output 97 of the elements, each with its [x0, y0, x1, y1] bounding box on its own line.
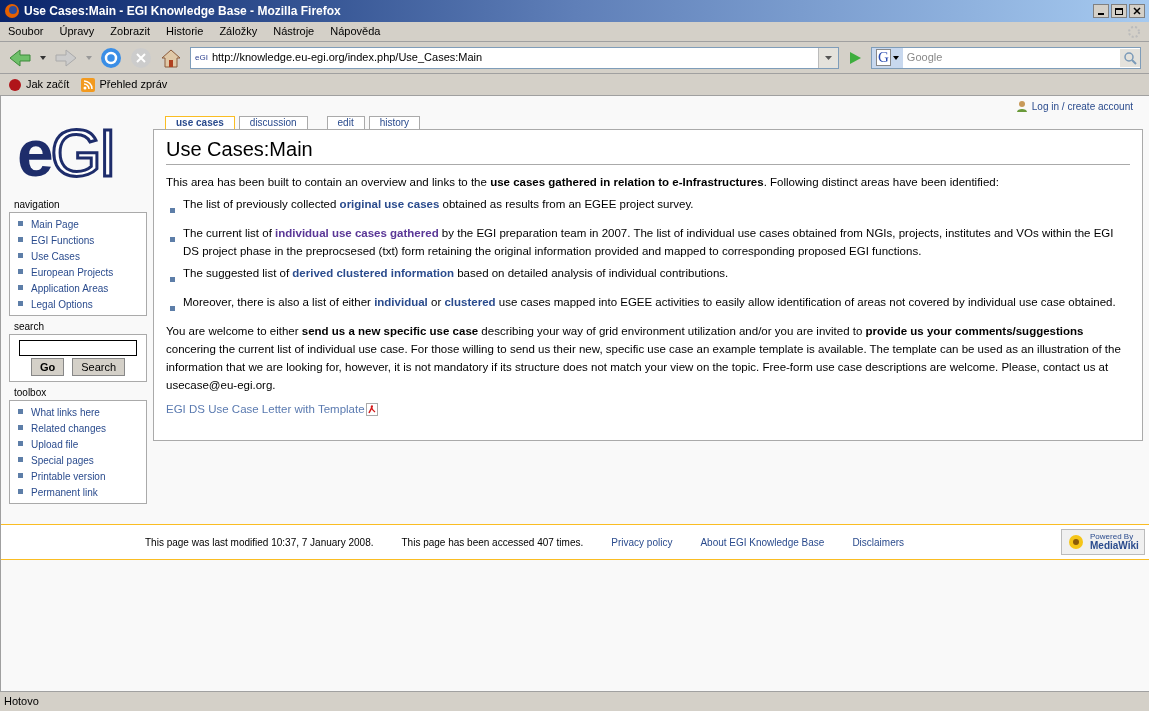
list-item: The suggested list of derived clustered information based on detailed analysis of individual contributions. [183, 266, 729, 281]
throbber-icon [1127, 24, 1141, 39]
maximize-button[interactable] [1111, 4, 1127, 18]
bullet-icon [18, 268, 23, 274]
menu-item[interactable]: Záložky [219, 23, 258, 40]
user-icon [1015, 100, 1028, 112]
bullet-icon [18, 220, 23, 226]
file-link[interactable]: EGI DS Use Case Letter with Template [166, 400, 365, 418]
bookmark-link[interactable]: Přehled zpráv [99, 76, 168, 93]
footer-link[interactable]: Disclaimers [852, 534, 905, 550]
bullet-icon [18, 472, 23, 478]
badge-title: MediaWiki [1090, 541, 1139, 551]
caret-icon[interactable] [40, 55, 46, 60]
portlet-title: navigation [13, 198, 61, 212]
bullet-icon [170, 208, 175, 213]
text-link[interactable]: derived clustered information [292, 267, 454, 279]
page-title: Use Cases:Main [166, 134, 1130, 165]
search-button[interactable]: Go [30, 358, 65, 376]
portlet-title: search [13, 320, 45, 334]
page-tab[interactable]: edit [326, 116, 365, 129]
sidebar-link[interactable]: Permanent link [31, 484, 98, 500]
search-button[interactable]: Search [72, 358, 126, 376]
bullet-icon [170, 277, 175, 282]
sidebar-link[interactable]: Application Areas [31, 280, 109, 296]
sidebar-link[interactable]: Legal Options [31, 296, 93, 312]
caret-icon[interactable] [892, 55, 899, 60]
rss-icon [81, 77, 96, 92]
status-text: Hotovo [4, 694, 39, 710]
text-link[interactable]: clustered [444, 296, 496, 308]
search-icon[interactable] [1120, 48, 1140, 67]
menu-item[interactable]: Úpravy [59, 23, 95, 40]
maximize-icon [1115, 7, 1123, 15]
bullet-icon [170, 237, 175, 242]
reload-icon[interactable] [100, 46, 122, 69]
pdf-icon [365, 402, 378, 416]
bookmark-icon [8, 77, 22, 92]
bullet-icon [18, 408, 23, 414]
page-tab[interactable]: history [368, 116, 421, 129]
sidebar-link[interactable]: Printable version [31, 468, 106, 484]
address-bar[interactable]: eGI http://knowledge.eu-egi.org/index.php/Use_Cases:Main [190, 46, 839, 69]
list-item: The current list of individual use cases gathered by the EGI preparation team in 2007. The list of individual use cases obtained from NGIs, projects, institutes and VOs within the EGI DS project phase in the preprocsesed (txt) form retaining the original information provided and mapped to corresponding proposed EGI functions. [183, 226, 1115, 259]
text-link[interactable]: original use cases [339, 198, 440, 210]
mediawiki-badge[interactable]: Powered By MediaWiki [1061, 529, 1145, 555]
menu-item[interactable]: Zobrazit [110, 23, 151, 40]
menu-item[interactable]: Nástroje [273, 23, 315, 40]
text-link[interactable]: individual use cases gathered [275, 227, 439, 239]
search-engine-icon[interactable]: G [876, 49, 891, 66]
menu-item[interactable]: Historie [166, 23, 204, 40]
browser-icon [4, 3, 20, 19]
footer-text: This page was last modified 10:37, 7 January 2008. [145, 535, 374, 550]
bullet-icon [18, 284, 23, 290]
portlet-title: toolbox [13, 386, 48, 400]
footer-link[interactable]: Privacy policy [611, 534, 673, 550]
sidebar-link[interactable]: European Projects [31, 264, 114, 280]
bullet-icon [18, 236, 23, 242]
bullet-icon [18, 488, 23, 494]
url-text: http://knowledge.eu-egi.org/index.php/Use_Cases:Main [211, 50, 484, 66]
close-button[interactable] [1129, 4, 1145, 18]
sidebar-link[interactable]: What links here [31, 404, 100, 420]
bullet-icon [18, 300, 23, 306]
close-icon [1133, 7, 1141, 15]
flower-icon [1066, 533, 1086, 551]
intro-text: This area has been built to contain an overview and links to the use cases gathered in relation to e-Infrastructures. Following distinct areas have been identified: [166, 175, 1000, 190]
list-item: Moreover, there is also a list of either individual or clustered use cases mapped into EGEE activities to easily allow identification of areas not covered by individual use case obtained. [183, 295, 1116, 310]
footer-text: This page has been accessed 407 times. [401, 535, 584, 550]
sidebar-link[interactable]: Special pages [31, 452, 94, 468]
bullet-icon [18, 440, 23, 446]
bullet-icon [170, 306, 175, 311]
sidebar-link[interactable]: Main Page [31, 216, 79, 232]
search-bar[interactable]: G Google [871, 46, 1141, 69]
sidebar-link[interactable]: Use Cases [31, 248, 80, 264]
bullet-icon [18, 252, 23, 258]
page-tab[interactable]: discussion [238, 116, 308, 129]
login-link[interactable]: Log in / create account [1031, 98, 1133, 114]
footer-link[interactable]: About EGI Knowledge Base [700, 534, 825, 550]
sidebar-link[interactable]: Related changes [31, 420, 107, 436]
sidebar-link[interactable]: Upload file [31, 436, 79, 452]
body-text: You are welcome to either send us a new specific use case describing your way of grid environment utilization and/or you are invited to provide us your comments/suggestions concering the current list of individual use case. For those willing to send us their new, specific use case an example template is available. The template can be used as an illustration of the information that we are looking for, however, it is not mandatory if its structure does not match your view on the topic. Free-form use case descriptions are welcome. Please, contact us at usecase@eu-egi.org. [166, 324, 1122, 393]
badge-caption: Powered By [1090, 533, 1134, 541]
minimize-icon [1098, 13, 1104, 15]
window-title: Use Cases:Main - EGI Knowledge Base - Mozilla Firefox [24, 3, 342, 20]
search-input[interactable] [19, 340, 137, 356]
logo: eGI [16, 115, 115, 192]
site-icon: eGI [191, 51, 212, 64]
back-icon[interactable] [8, 47, 32, 68]
menu-item[interactable]: Soubor [8, 23, 44, 40]
minimize-button[interactable] [1093, 4, 1109, 18]
bookmark-link[interactable]: Jak začít [26, 76, 70, 93]
sidebar-link[interactable]: EGI Functions [31, 232, 95, 248]
text-link[interactable]: individual [374, 296, 428, 308]
bullet-icon [18, 456, 23, 462]
bullet-icon [18, 424, 23, 430]
list-item: The list of previously collected original use cases obtained as results from an EGEE project survey. [183, 197, 694, 212]
menu-item[interactable]: Nápověda [330, 23, 381, 40]
page-tab[interactable]: use cases [165, 116, 235, 129]
search-field[interactable]: Google [902, 49, 1120, 66]
dropdown-icon[interactable] [825, 55, 832, 60]
